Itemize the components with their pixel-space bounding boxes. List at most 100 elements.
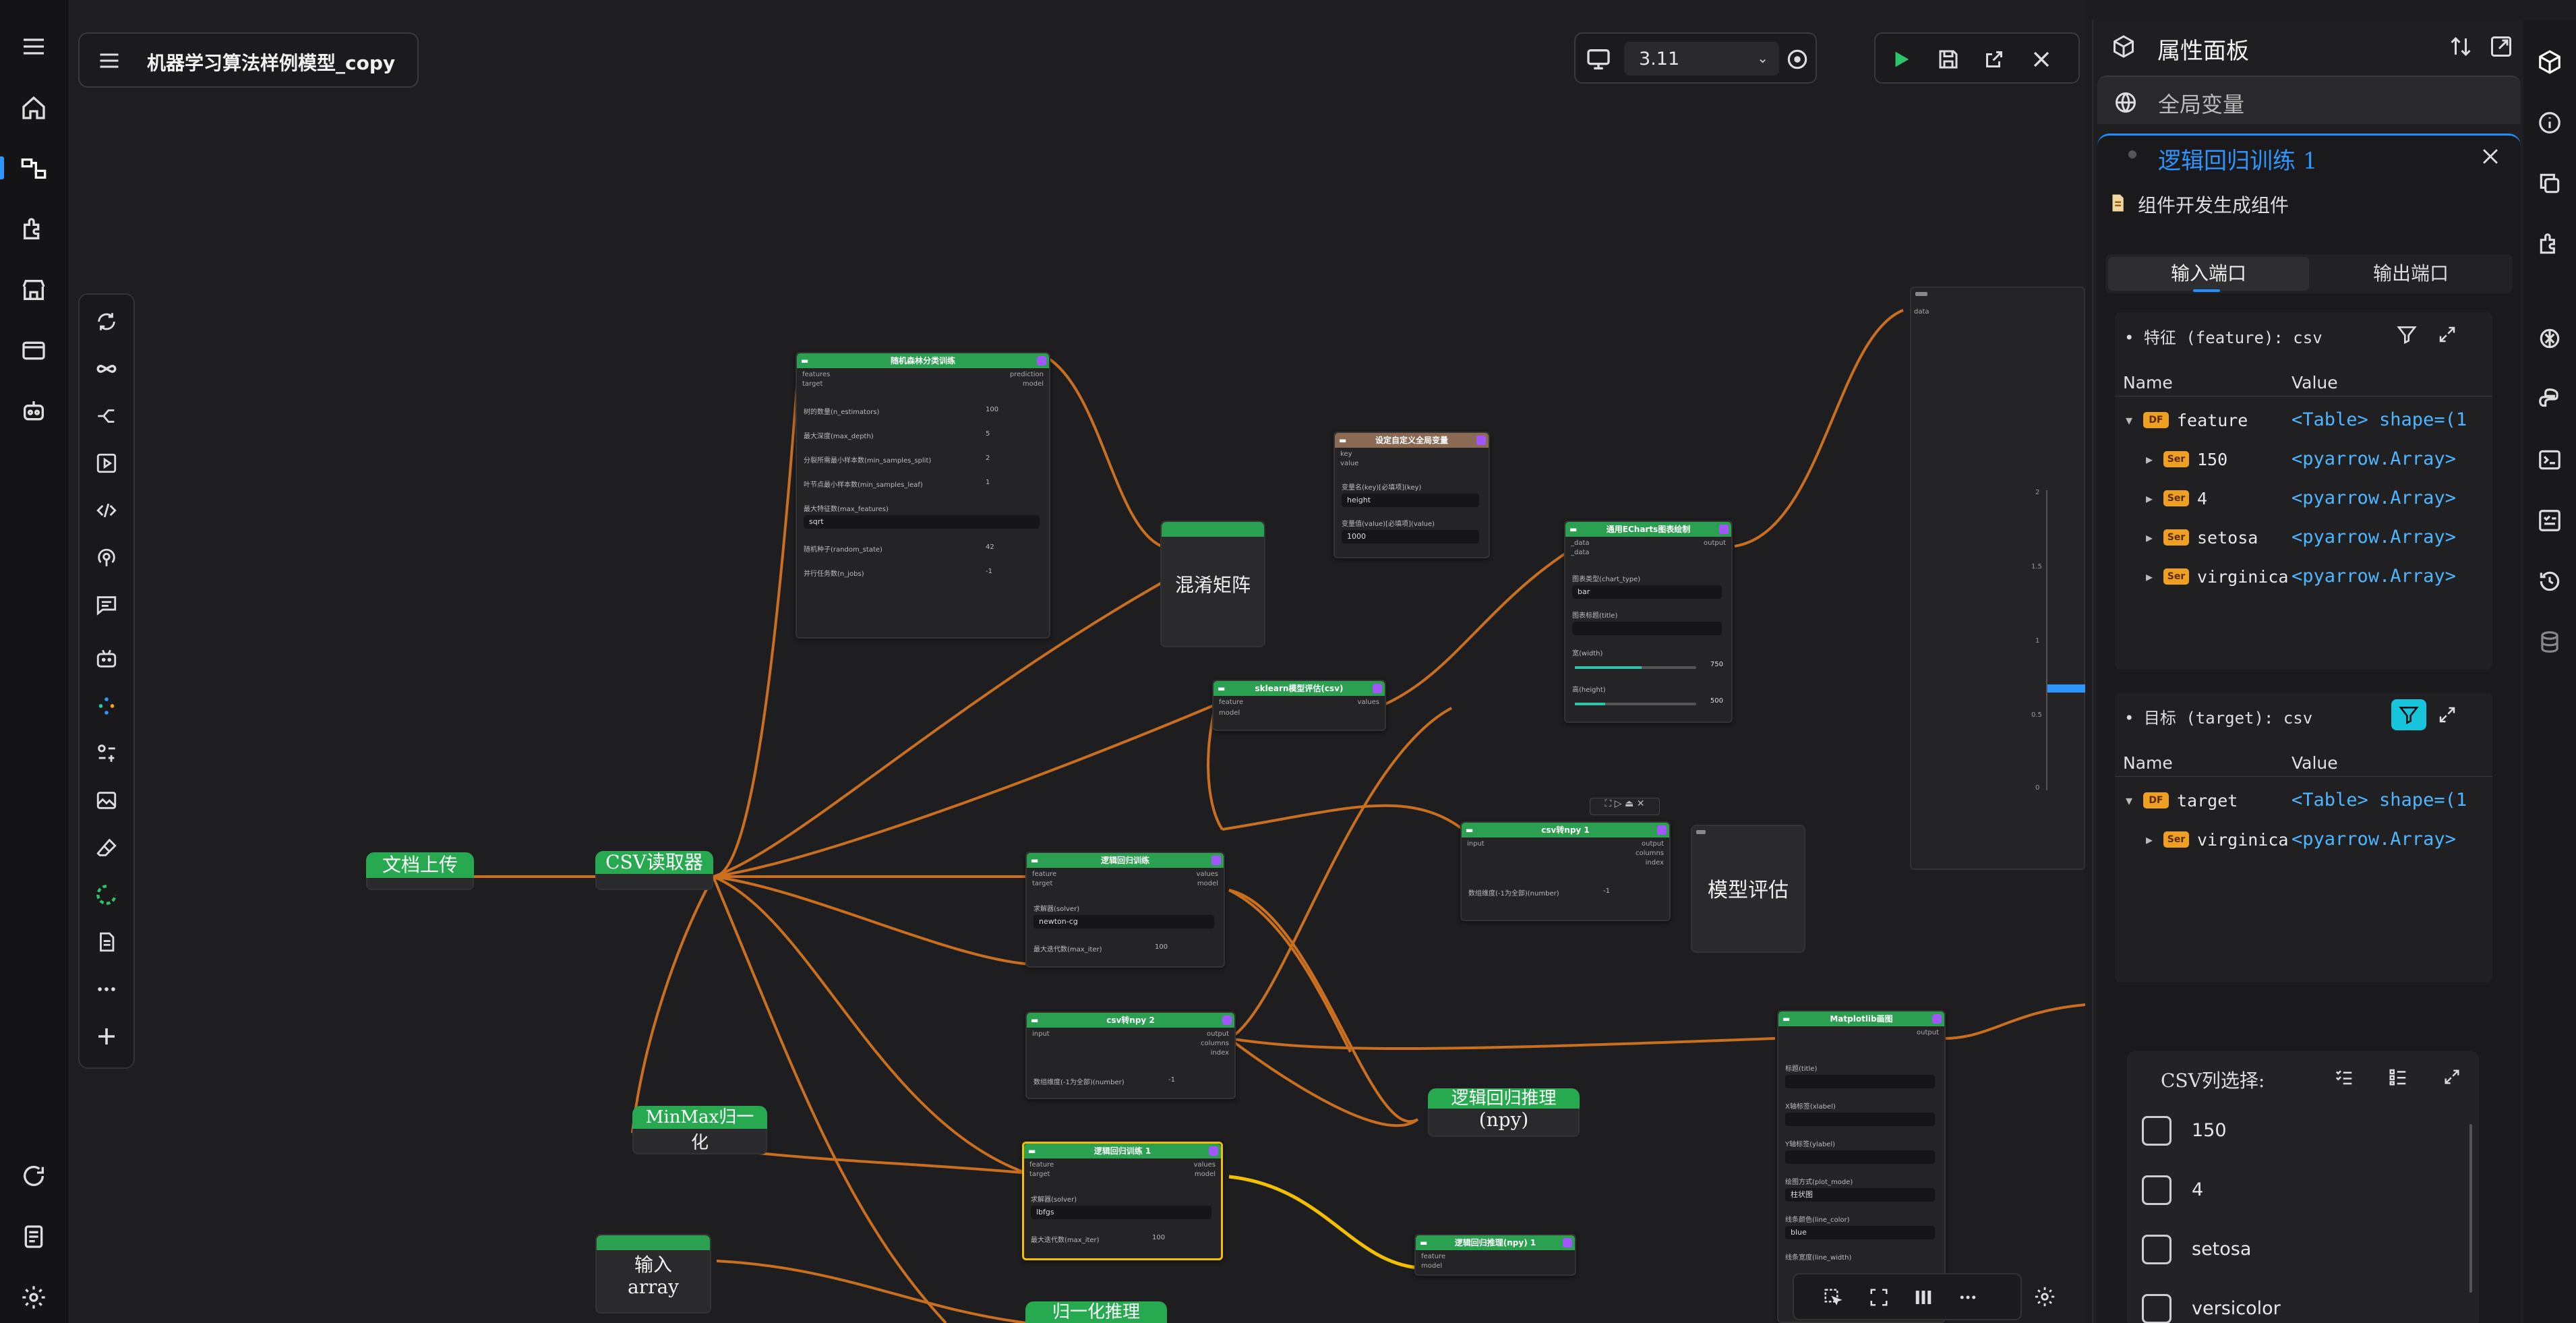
settings-icon[interactable] (12, 1276, 55, 1319)
loop-icon[interactable] (86, 301, 127, 342)
run-icon[interactable] (1885, 43, 1917, 76)
tab-input-port[interactable]: 输入端口 (2108, 257, 2309, 291)
chevron-right-icon[interactable]: ▸ (2146, 568, 2153, 585)
scrollbar[interactable] (2469, 1124, 2472, 1293)
solver-select[interactable]: lbfgs (1031, 1206, 1211, 1219)
history-icon[interactable] (2528, 560, 2571, 603)
xlabel-input[interactable] (1785, 1113, 1935, 1126)
expand-icon[interactable] (2484, 30, 2518, 63)
robot-icon[interactable] (12, 390, 55, 433)
table-row[interactable]: ▸ Ser virginica <pyarrow.Array> (2115, 821, 2492, 860)
node-confusion-matrix[interactable]: 混淆矩阵 (1160, 521, 1265, 647)
more-icon[interactable] (1954, 1284, 1981, 1311)
table-row[interactable]: ▸ Ser 4 <pyarrow.Array> (2115, 479, 2492, 519)
select-icon[interactable] (1820, 1284, 1847, 1311)
checklist-icon[interactable] (2528, 499, 2571, 542)
store-icon[interactable] (12, 268, 55, 312)
filter-icon[interactable] (2391, 319, 2422, 350)
filter-button-active[interactable] (2391, 699, 2426, 730)
node-header[interactable]: ▬ csv转npy 2 (1027, 1013, 1234, 1028)
node-csv2npy-2[interactable]: ▬ csv转npy 2 input output columns index 数组… (1025, 1011, 1236, 1099)
column-checkbox[interactable] (2142, 1235, 2171, 1264)
code-icon[interactable] (86, 490, 127, 531)
plugin-icon[interactable] (2528, 223, 2571, 266)
monitor-icon[interactable] (1582, 43, 1615, 76)
close-icon[interactable] (2025, 43, 2058, 76)
node-input-array[interactable]: 输入 array (595, 1234, 711, 1314)
line-color-select[interactable]: blue (1785, 1226, 1935, 1239)
column-checkbox[interactable] (2142, 1116, 2171, 1146)
table-row[interactable]: ▸ Ser setosa <pyarrow.Array> (2115, 519, 2492, 558)
node-header[interactable]: ▬ Matplotlib画图 (1778, 1011, 1944, 1026)
columns-icon[interactable] (1910, 1284, 1937, 1311)
node-logreg-infer-npy[interactable]: 逻辑回归推理 (1428, 1088, 1580, 1109)
menu-icon[interactable] (96, 47, 123, 74)
node-csv-reader[interactable]: CSV读取器 (595, 851, 713, 874)
logs-icon[interactable] (12, 1215, 55, 1258)
list-check-icon[interactable] (2383, 1062, 2413, 1092)
minimize-icon[interactable] (1915, 292, 1927, 296)
chevron-right-icon[interactable]: ▸ (2146, 451, 2153, 467)
canvas-settings-icon[interactable] (2028, 1280, 2062, 1314)
fit-view-icon[interactable] (1865, 1284, 1892, 1311)
image-box-icon[interactable] (86, 780, 127, 821)
expand-icon[interactable] (2432, 319, 2463, 350)
table-row[interactable]: ▸ Ser 150 <pyarrow.Array> (2115, 440, 2492, 479)
database-icon[interactable] (2528, 620, 2571, 664)
broadcast-icon[interactable] (86, 537, 127, 578)
expand-icon[interactable] (2432, 699, 2463, 730)
python-icon[interactable] (2528, 378, 2571, 421)
node-logreg-infer-npy-1[interactable]: ▬ 逻辑回归推理(npy) 1 feature model (1414, 1234, 1576, 1276)
node-header[interactable]: ▬ 设定自定义全局变量 (1335, 433, 1489, 448)
branch-icon[interactable] (86, 396, 127, 436)
version-select[interactable]: 3.11 ⌄ (1624, 42, 1779, 76)
add-icon[interactable] (86, 1016, 127, 1057)
node-logreg-train-1[interactable]: ▬ 逻辑回归训练 1 feature target values model 求解… (1022, 1142, 1223, 1260)
chevron-right-icon[interactable]: ▸ (2146, 529, 2153, 546)
max-features-select[interactable]: sqrt (804, 515, 1040, 529)
title-input[interactable] (1785, 1075, 1935, 1088)
terminal-icon[interactable] (2528, 438, 2571, 481)
sort-icon[interactable] (2444, 30, 2478, 63)
node-header[interactable]: ▬ 逻辑回归训练 1 (1024, 1144, 1221, 1158)
more-icon[interactable] (86, 969, 127, 1009)
play-box-icon[interactable] (86, 443, 127, 483)
ylabel-input[interactable] (1785, 1150, 1935, 1164)
chevron-right-icon[interactable]: ▸ (2146, 490, 2153, 506)
table-row[interactable]: ▸ Ser virginica <pyarrow.Array> (2115, 558, 2492, 597)
node-header[interactable]: ▬ sklearn模型评估(csv) (1214, 681, 1385, 696)
tab-output-port[interactable]: 输出端口 (2310, 257, 2511, 291)
node-header[interactable]: ▬ 逻辑回归推理(npy) 1 (1416, 1235, 1575, 1250)
node-minmax[interactable]: MinMax归一 (632, 1106, 767, 1129)
save-icon[interactable] (1932, 43, 1965, 76)
workflow-canvas[interactable]: 机器学习算法样例模型_copy 3.11 ⌄ ▬ 随机森林分类训练 featur… (69, 0, 2085, 1323)
node-set-global-var[interactable]: ▬ 设定自定义全局变量 key value 变量名(key)[必填项](key) … (1334, 432, 1490, 558)
height-slider[interactable] (1575, 703, 1696, 705)
key-input[interactable]: height (1342, 494, 1479, 507)
dots-grid-icon[interactable] (86, 686, 127, 726)
column-checkbox[interactable] (2142, 1294, 2171, 1323)
chart-title-input[interactable] (1572, 622, 1722, 635)
plugin-icon[interactable] (12, 208, 55, 251)
node-file-upload[interactable]: 文档上传 (366, 852, 474, 878)
sync-icon[interactable] (1781, 43, 1814, 76)
node-sklearn-eval[interactable]: ▬ sklearn模型评估(csv) feature model values (1212, 680, 1386, 731)
column-checkbox[interactable] (2142, 1175, 2171, 1205)
node-header[interactable]: ▬ csv转npy 1 (1462, 823, 1669, 837)
width-slider[interactable] (1575, 666, 1696, 669)
minimize-icon[interactable] (1696, 830, 1706, 834)
window-icon[interactable] (12, 329, 55, 372)
node-logreg-train[interactable]: ▬ 逻辑回归训练 feature target values model 求解器(… (1025, 852, 1225, 968)
bot-icon[interactable] (86, 639, 127, 679)
node-csv2npy-1[interactable]: ▬ csv转npy 1 input output columns index 数组… (1460, 821, 1671, 921)
home-icon[interactable] (12, 86, 55, 129)
global-vars-tab[interactable]: 全局变量 (2097, 76, 2521, 124)
share-icon[interactable] (1978, 43, 2010, 76)
loading-icon[interactable] (86, 875, 127, 915)
workflow-icon[interactable] (12, 147, 55, 190)
infinity-icon[interactable] (86, 349, 127, 389)
node-header[interactable]: ▬ 随机森林分类训练 (797, 353, 1049, 368)
openai-icon[interactable] (2528, 317, 2571, 360)
table-row[interactable]: ▾ DF target <Table> shape=(1 (2115, 782, 2492, 821)
solver-select[interactable]: newton-cg (1034, 915, 1214, 929)
